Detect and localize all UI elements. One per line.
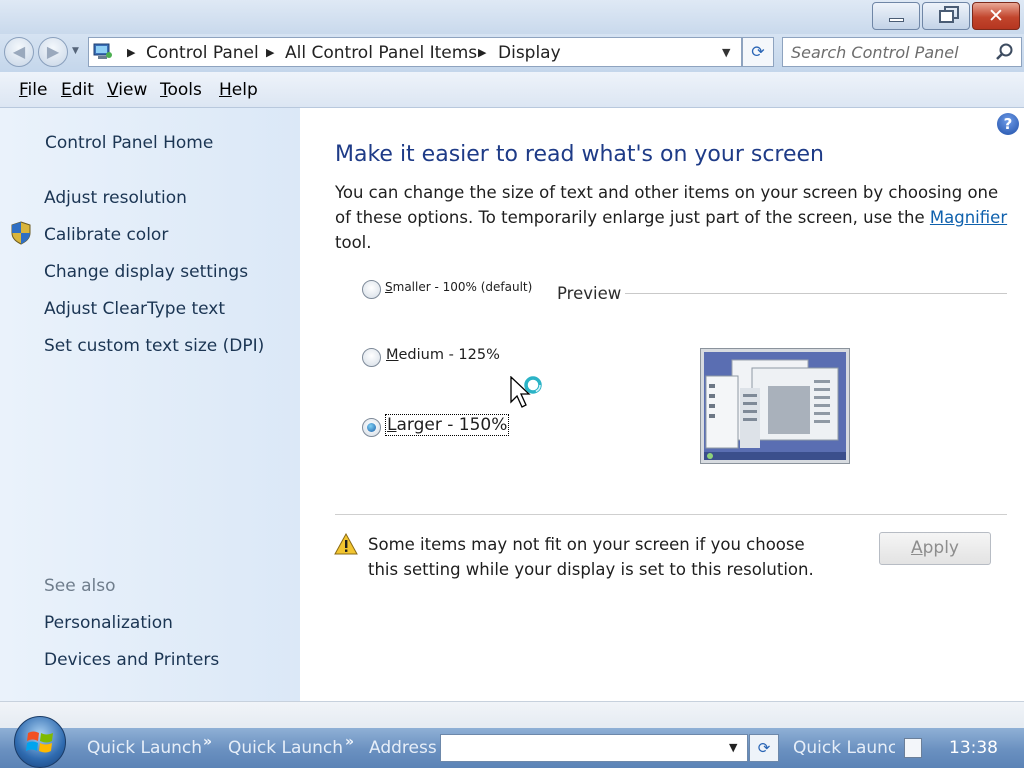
breadcrumb-control-panel[interactable]: Control Panel <box>146 43 259 63</box>
restore-icon <box>939 10 954 23</box>
address-bar[interactable]: ▶ Control Panel ▶ All Control Panel Item… <box>88 37 742 67</box>
separator <box>335 514 1007 515</box>
forward-button[interactable]: ▶ <box>38 37 68 67</box>
chevron-down-icon[interactable]: ▼ <box>722 46 730 59</box>
see-also-heading: See also <box>44 576 116 596</box>
page-title: Make it easier to read what's on your sc… <box>335 142 824 167</box>
label-larger[interactable]: Larger - 150% <box>385 414 510 436</box>
change-display-settings-link[interactable]: Change display settings <box>44 262 248 282</box>
recent-pages-dropdown-icon[interactable]: ▼ <box>72 46 79 56</box>
minimize-icon <box>889 18 904 22</box>
close-icon: ✕ <box>988 5 1004 27</box>
menu-file[interactable]: File <box>19 80 47 100</box>
back-arrow-icon: ◀ <box>12 42 26 61</box>
radio-smaller[interactable] <box>362 280 381 299</box>
search-input[interactable] <box>791 41 991 63</box>
breadcrumb-arrow-icon[interactable]: ▶ <box>266 46 274 59</box>
title-bar: ✕ <box>0 0 1024 34</box>
chevron-down-icon[interactable]: ▼ <box>729 741 737 754</box>
start-button[interactable] <box>14 716 66 768</box>
refresh-icon: ⟳ <box>751 42 765 61</box>
refresh-button[interactable]: ⟳ <box>742 37 774 67</box>
taskbar: Quick Launch » Quick Launch » Address ▼ … <box>0 716 1024 768</box>
task-pane: Control Panel Home Adjust resolution Cal… <box>0 108 300 701</box>
breadcrumb-arrow-icon[interactable]: ▶ <box>127 46 135 59</box>
warning-icon <box>334 533 358 555</box>
main-content: ? Make it easier to read what's on your … <box>300 108 1024 701</box>
search-icon[interactable] <box>995 42 1015 62</box>
close-button[interactable]: ✕ <box>972 2 1020 30</box>
menu-bar: File Edit View Tools Help <box>0 72 1024 108</box>
menu-tools[interactable]: Tools <box>160 80 202 100</box>
devices-and-printers-link[interactable]: Devices and Printers <box>44 650 219 670</box>
minimize-button[interactable] <box>872 2 920 30</box>
calibrate-color-link[interactable]: Calibrate color <box>44 225 168 245</box>
apply-button[interactable]: Apply <box>879 532 991 565</box>
windows-logo-icon <box>26 731 53 753</box>
breadcrumb-all-items[interactable]: All Control Panel Items <box>285 43 477 63</box>
quick-launch-toolbar[interactable]: Quick Launch <box>228 738 343 758</box>
personalization-link[interactable]: Personalization <box>44 613 173 633</box>
radio-medium[interactable] <box>362 348 381 367</box>
clock[interactable]: 13:38 <box>949 738 998 758</box>
shield-icon <box>11 221 31 245</box>
navigation-bar: ◀ ▶ ▼ ▶ Control Panel ▶ All Control Pane… <box>0 34 1024 72</box>
help-button[interactable]: ? <box>997 113 1019 135</box>
quick-launch-toolbar[interactable]: Quick Launch <box>793 738 895 758</box>
control-panel-home-link[interactable]: Control Panel Home <box>45 133 213 153</box>
search-box[interactable] <box>782 37 1022 67</box>
taskbar-address-input[interactable]: ▼ <box>440 734 748 762</box>
menu-help[interactable]: Help <box>219 80 258 100</box>
restore-button[interactable] <box>922 2 970 30</box>
label-medium[interactable]: Medium - 125% <box>386 347 500 363</box>
back-button[interactable]: ◀ <box>4 37 34 67</box>
warning-text: Some items may not fit on your screen if… <box>368 535 814 579</box>
go-button[interactable]: ⟳ <box>749 734 779 762</box>
busy-cursor-icon <box>510 376 542 408</box>
breadcrumb-arrow-icon[interactable]: ▶ <box>478 46 486 59</box>
refresh-icon: ⟳ <box>757 739 771 757</box>
chevron-icon[interactable]: » <box>345 734 354 750</box>
preview-divider <box>625 293 1007 294</box>
quick-launch-toolbar[interactable]: Quick Launch <box>87 738 202 758</box>
control-panel-icon <box>93 43 112 59</box>
status-bar <box>0 701 1024 728</box>
radio-larger[interactable] <box>362 418 381 437</box>
menu-view[interactable]: View <box>107 80 147 100</box>
chevron-icon[interactable]: » <box>203 734 212 750</box>
label-smaller[interactable]: Smaller - 100% (default) <box>385 280 532 294</box>
adjust-cleartype-link[interactable]: Adjust ClearType text <box>44 299 225 319</box>
preview-label: Preview <box>557 284 622 303</box>
preview-image <box>700 348 850 464</box>
menu-edit[interactable]: Edit <box>61 80 94 100</box>
page-description: You can change the size of text and othe… <box>335 183 1008 252</box>
magnifier-link[interactable]: Magnifier <box>930 208 1007 227</box>
set-custom-text-size-link[interactable]: Set custom text size (DPI) <box>44 336 264 356</box>
adjust-resolution-link[interactable]: Adjust resolution <box>44 188 187 208</box>
address-toolbar-label: Address <box>369 738 437 758</box>
breadcrumb-display[interactable]: Display <box>498 43 561 63</box>
notepad-icon[interactable] <box>904 738 922 758</box>
forward-arrow-icon: ▶ <box>46 42 60 61</box>
help-icon: ? <box>1003 115 1013 133</box>
